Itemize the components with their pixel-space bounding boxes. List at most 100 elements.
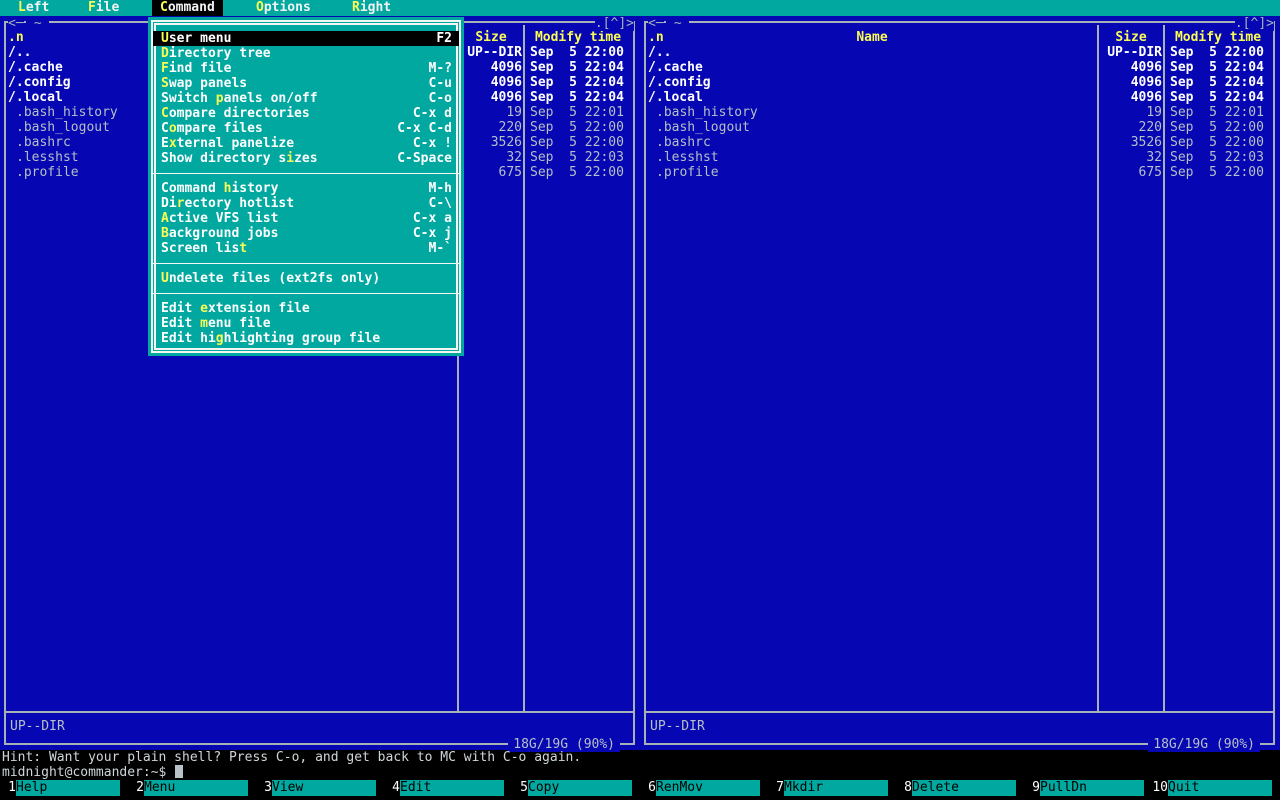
file-name: /.local — [8, 90, 63, 105]
file-row-profile[interactable]: .profile 675 Sep 5 22:00 — [640, 165, 1280, 180]
fkey-2-menu[interactable]: 2 Menu — [128, 780, 256, 796]
label-post: ompare directories — [168, 106, 310, 121]
fkey-label: RenMov — [656, 780, 760, 796]
label-pre: Screen lis — [161, 241, 240, 256]
fkey-label: Menu — [144, 780, 248, 796]
file-size: 220 — [1138, 120, 1162, 135]
file-mtime: Sep 5 22:04 — [530, 75, 624, 90]
fkey-label: Quit — [1168, 780, 1272, 796]
menu-item-background-jobs[interactable]: Background jobs C-x j — [153, 226, 459, 241]
separator-line — [153, 173, 459, 174]
label-hotkey: L — [18, 0, 26, 15]
label-post: istory — [231, 181, 279, 196]
fkey-label: PullDn — [1040, 780, 1144, 796]
shell-prompt[interactable]: midnight@commander:~$ — [2, 765, 184, 780]
menu-item-undelete-files-ext2fs-only[interactable]: Undelete files (ext2fs only) — [153, 271, 459, 286]
menubar-item-options[interactable]: Options — [256, 0, 311, 16]
file-row-config[interactable]: /.config 4096 Sep 5 22:04 — [640, 75, 1280, 90]
fkey-4-edit[interactable]: 4 Edit — [384, 780, 512, 796]
panel-list-separator — [646, 711, 1273, 713]
file-mtime: Sep 5 22:00 — [530, 120, 624, 135]
menu-item-command-history[interactable]: Command history M-h — [153, 181, 459, 196]
file-size: 675 — [498, 165, 522, 180]
menubar-item-command[interactable]: Command — [152, 0, 223, 16]
file-size: 3526 — [1130, 135, 1162, 150]
label-post: xtension file — [207, 301, 310, 316]
menu-item-label: Find file — [161, 61, 231, 76]
panel-path[interactable]: ~ — [666, 16, 690, 31]
label-pre: Di — [161, 196, 177, 211]
fkey-number: 5 — [520, 780, 528, 795]
file-name: .bash_history — [16, 105, 118, 120]
fkey-6-renmov[interactable]: 6 RenMov — [640, 780, 768, 796]
label-post: ndelete files (ext2fs only) — [168, 271, 381, 286]
file-size: UP--DIR — [467, 45, 522, 60]
free-space-indicator: 18G/19G (90%) — [1148, 737, 1260, 752]
menu-item-swap-panels[interactable]: Swap panels C-u — [153, 76, 459, 91]
column-header-size[interactable]: Size — [1098, 30, 1164, 45]
panel-path[interactable]: ~ — [26, 16, 50, 31]
fkey-7-mkdir[interactable]: 7 Mkdir — [768, 780, 896, 796]
menu-item-shortcut: C-x ! — [412, 136, 452, 151]
separator-line — [153, 293, 459, 294]
menu-item-compare-directories[interactable]: Compare directories C-x d — [153, 106, 459, 121]
file-name: .bashrc — [16, 135, 71, 150]
file-list: /.. UP--DIR Sep 5 22:00 /.cache 4096 Sep 5 22… — [640, 45, 1280, 585]
column-header-mtime[interactable]: Modify time — [524, 30, 632, 45]
label-post: hlighting group file — [223, 331, 381, 346]
fkey-9-pulldn[interactable]: 9 PullDn — [1024, 780, 1152, 796]
panel-corner-buttons-icon[interactable]: .[^]> — [1234, 16, 1274, 31]
fkey-10-quit[interactable]: 10 Quit — [1152, 780, 1280, 796]
file-size: 32 — [506, 150, 522, 165]
menu-item-directory-tree[interactable]: Directory tree — [153, 46, 459, 61]
label-hotkey: S — [161, 76, 169, 91]
file-row-bashrc[interactable]: .bashrc 3526 Sep 5 22:00 — [640, 135, 1280, 150]
menu-item-screen-list[interactable]: Screen list M-` — [153, 241, 459, 256]
file-row-local[interactable]: /.local 4096 Sep 5 22:04 — [640, 90, 1280, 105]
panel-corner-buttons-icon[interactable]: .[^]> — [594, 16, 634, 31]
menubar-item-right[interactable]: Right — [352, 0, 391, 16]
menu-separator — [153, 166, 459, 181]
history-back-icon[interactable]: <─ — [648, 16, 664, 31]
menu-item-shortcut: F2 — [436, 31, 452, 46]
menu-item-edit-highlighting-group-file[interactable]: Edit highlighting group file — [153, 331, 459, 346]
menu-item-shortcut: M-h — [428, 181, 452, 196]
menu-item-show-directory-sizes[interactable]: Show directory sizes C-Space — [153, 151, 459, 166]
menu-item-compare-files[interactable]: Compare files C-x C-d — [153, 121, 459, 136]
menu-item-directory-hotlist[interactable]: Directory hotlist C-\ — [153, 196, 459, 211]
file-row-item[interactable]: /.. UP--DIR Sep 5 22:00 — [640, 45, 1280, 60]
menu-item-switch-panels-on-off[interactable]: Switch panels on/off C-o — [153, 91, 459, 106]
menu-item-external-panelize[interactable]: External panelize C-x ! — [153, 136, 459, 151]
fkey-8-delete[interactable]: 8 Delete — [896, 780, 1024, 796]
menu-separator — [153, 286, 459, 301]
label-hotkey: g — [215, 331, 224, 346]
menu-item-edit-extension-file[interactable]: Edit extension file — [153, 301, 459, 316]
menu-item-find-file[interactable]: Find file M-? — [153, 61, 459, 76]
fkey-3-view[interactable]: 3 View — [256, 780, 384, 796]
file-row-bash-history[interactable]: .bash_history 19 Sep 5 22:01 — [640, 105, 1280, 120]
fkey-1-help[interactable]: 1 Help — [0, 780, 128, 796]
file-name: .bash_history — [656, 105, 758, 120]
file-row-cache[interactable]: /.cache 4096 Sep 5 22:04 — [640, 60, 1280, 75]
menubar-item-left[interactable]: Left — [18, 0, 49, 16]
file-row-lesshst[interactable]: .lesshst 32 Sep 5 22:03 — [640, 150, 1280, 165]
mini-status: UP--DIR — [650, 719, 705, 734]
fkey-5-copy[interactable]: 5 Copy — [512, 780, 640, 796]
column-header-mtime[interactable]: Modify time — [1164, 30, 1272, 45]
panel-right[interactable]: <─ ~ .[^]> .n Name Size Modify time /.. U… — [640, 16, 1280, 752]
label-pre: E — [161, 136, 169, 151]
menu-item-label: Edit highlighting group file — [161, 331, 380, 346]
menu-item-user-menu[interactable]: User menu F2 — [153, 31, 459, 46]
menu-item-edit-menu-file[interactable]: Edit menu file — [153, 316, 459, 331]
file-row-bash-logout[interactable]: .bash_logout 220 Sep 5 22:00 — [640, 120, 1280, 135]
column-header-size[interactable]: Size — [458, 30, 524, 45]
label-pre: Edit — [161, 301, 201, 316]
menu-item-label: Directory hotlist — [161, 196, 294, 211]
fkey-label: View — [272, 780, 376, 796]
file-size: UP--DIR — [1107, 45, 1162, 60]
column-header-name[interactable]: Name — [646, 30, 1098, 45]
history-back-icon[interactable]: <─ — [8, 16, 24, 31]
menubar-item-file[interactable]: File — [88, 0, 119, 16]
menu-item-active-vfs-list[interactable]: Active VFS list C-x a — [153, 211, 459, 226]
label-hotkey: i — [286, 151, 295, 166]
